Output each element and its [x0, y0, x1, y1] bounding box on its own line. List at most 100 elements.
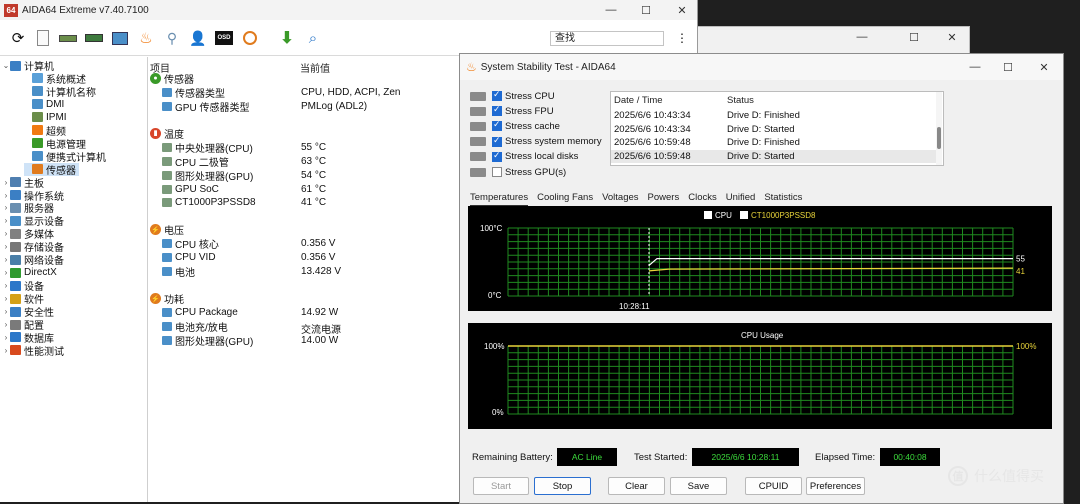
device-icon	[470, 106, 486, 116]
checkbox[interactable]	[492, 104, 502, 117]
expand-arrow-icon[interactable]: ›	[2, 320, 10, 329]
stress-option[interactable]: Stress CPU	[470, 89, 555, 103]
close-button[interactable]: ✕	[667, 0, 697, 20]
battery-value: AC Line	[557, 448, 617, 466]
tree-item[interactable]: › 性能测试	[2, 344, 64, 358]
minimize-button[interactable]: —	[960, 57, 990, 77]
log-header-status[interactable]: Status	[727, 95, 754, 106]
maximize-button[interactable]: ☐	[993, 57, 1023, 77]
legend-checkbox[interactable]	[740, 211, 748, 219]
save-button[interactable]: Save	[670, 477, 727, 495]
sensor-row[interactable]: CT1000P3PSSD8	[162, 196, 256, 209]
expand-arrow-icon[interactable]: ›	[2, 203, 10, 212]
collapse-arrow-icon[interactable]: ⌄	[2, 61, 10, 70]
log-row[interactable]: 2025/6/6 10:59:48 Drive D: Started	[611, 150, 936, 164]
motherboard-icon[interactable]	[58, 28, 78, 48]
sensor-group-header[interactable]: ● 传感器	[150, 72, 194, 86]
stop-button[interactable]: Stop	[534, 477, 591, 495]
maximize-button[interactable]: ☐	[899, 27, 929, 47]
checkbox[interactable]	[492, 119, 502, 132]
clear-button[interactable]: Clear	[608, 477, 665, 495]
sensor-row[interactable]: 中央处理器(CPU)	[162, 141, 253, 155]
tab-temperatures[interactable]: Temperatures	[470, 192, 529, 206]
close-button[interactable]: ✕	[1029, 57, 1059, 77]
flame-icon[interactable]: ♨	[136, 28, 156, 48]
tab-powers[interactable]: Powers	[648, 192, 680, 206]
checkbox[interactable]	[492, 135, 502, 147]
expand-arrow-icon[interactable]: ›	[2, 346, 10, 355]
legend-checkbox[interactable]	[704, 211, 712, 219]
sensor-row[interactable]: 电池	[162, 265, 195, 279]
expand-arrow-icon[interactable]: ›	[2, 229, 10, 238]
sensor-group-header[interactable]: ⚡ 功耗	[150, 292, 184, 306]
tree-item[interactable]: › 网络设备	[2, 253, 64, 267]
sensor-row[interactable]: 图形处理器(GPU)	[162, 169, 253, 183]
expand-arrow-icon[interactable]: ›	[2, 281, 10, 290]
computer-icon[interactable]	[110, 28, 130, 48]
minimize-button[interactable]: —	[847, 27, 877, 47]
benchmark-icon[interactable]	[240, 28, 260, 48]
stress-option[interactable]: Stress system memory	[470, 135, 602, 149]
more-menu-icon[interactable]: ⋮	[672, 28, 692, 48]
scrollbar-thumb[interactable]	[937, 127, 941, 149]
checkbox[interactable]	[492, 167, 502, 177]
sensor-row[interactable]: GPU SoC	[162, 183, 219, 196]
search-input[interactable]: 查找	[550, 31, 664, 46]
column-header-value[interactable]: 当前值	[300, 60, 330, 75]
users-icon[interactable]: 👤	[188, 28, 208, 48]
memory-icon[interactable]	[84, 28, 104, 48]
expand-arrow-icon[interactable]: ›	[2, 191, 10, 200]
expand-arrow-icon[interactable]: ›	[2, 294, 10, 303]
log-row[interactable]: 2025/6/6 10:43:34 Drive D: Finished	[611, 109, 936, 122]
sensor-row[interactable]: CPU 核心	[162, 237, 219, 251]
checkbox[interactable]	[492, 89, 502, 101]
log-row[interactable]: 2025/6/6 10:43:34 Drive D: Started	[611, 123, 936, 136]
sensor-row[interactable]: 电池充/放电	[162, 320, 228, 334]
close-button[interactable]: ✕	[937, 27, 967, 47]
search-icon[interactable]: ⌕	[303, 28, 323, 48]
sensor-row[interactable]: CPU Package	[162, 306, 238, 319]
sensor-group-header[interactable]: ▮ 温度	[150, 127, 184, 141]
osd-icon[interactable]: OSD	[214, 28, 234, 48]
preferences-button[interactable]: Preferences	[806, 477, 865, 495]
sensor-value: CPU, HDD, ACPI, Zen	[301, 87, 401, 98]
tab-statistics[interactable]: Statistics	[764, 192, 802, 206]
minimize-button[interactable]: —	[596, 0, 626, 20]
expand-arrow-icon[interactable]: ›	[2, 333, 10, 342]
network-icon[interactable]: ⚲	[162, 28, 182, 48]
expand-arrow-icon[interactable]: ›	[2, 307, 10, 316]
tree-item-icon	[10, 319, 21, 330]
sensor-row[interactable]: CPU 二极管	[162, 155, 229, 169]
sensor-row[interactable]: CPU VID	[162, 251, 216, 264]
tab-cooling-fans[interactable]: Cooling Fans	[537, 192, 593, 206]
sensor-group-header[interactable]: ⚡ 电压	[150, 223, 184, 237]
expand-arrow-icon[interactable]: ›	[2, 178, 10, 187]
sensor-row[interactable]: GPU 传感器类型	[162, 100, 250, 114]
stress-option[interactable]: Stress cache	[470, 119, 560, 133]
stress-option[interactable]: Stress local disks	[470, 150, 578, 164]
report-icon[interactable]	[33, 28, 53, 48]
expand-arrow-icon[interactable]: ›	[2, 242, 10, 251]
tree-item[interactable]: 计算机名称	[24, 85, 96, 99]
start-button[interactable]: Start	[473, 477, 529, 495]
log-row[interactable]: 2025/6/6 10:59:48 Drive D: Finished	[611, 136, 936, 149]
cpuid-button[interactable]: CPUID	[745, 477, 802, 495]
expand-arrow-icon[interactable]: ›	[2, 255, 10, 264]
log-header-date[interactable]: Date / Time	[614, 95, 663, 106]
expand-arrow-icon[interactable]: ›	[2, 216, 10, 225]
expand-arrow-icon[interactable]: ›	[2, 268, 10, 277]
sensor-row[interactable]: 图形处理器(GPU)	[162, 334, 253, 348]
sensor-label: GPU 传感器类型	[175, 102, 250, 114]
refresh-icon[interactable]: ⟳	[8, 28, 28, 48]
stress-option[interactable]: Stress GPU(s)	[470, 165, 566, 179]
checkbox[interactable]	[492, 150, 502, 162]
update-down-icon[interactable]: ⬇	[277, 28, 297, 48]
stress-option[interactable]: Stress FPU	[470, 104, 554, 118]
tab-voltages[interactable]: Voltages	[602, 192, 638, 206]
tree-item[interactable]: DMI	[24, 98, 64, 111]
tab-clocks[interactable]: Clocks	[688, 192, 717, 206]
group-icon: ●	[150, 73, 161, 84]
tab-unified[interactable]: Unified	[726, 192, 756, 206]
sensor-row[interactable]: 传感器类型	[162, 86, 225, 100]
maximize-button[interactable]: ☐	[631, 0, 661, 20]
